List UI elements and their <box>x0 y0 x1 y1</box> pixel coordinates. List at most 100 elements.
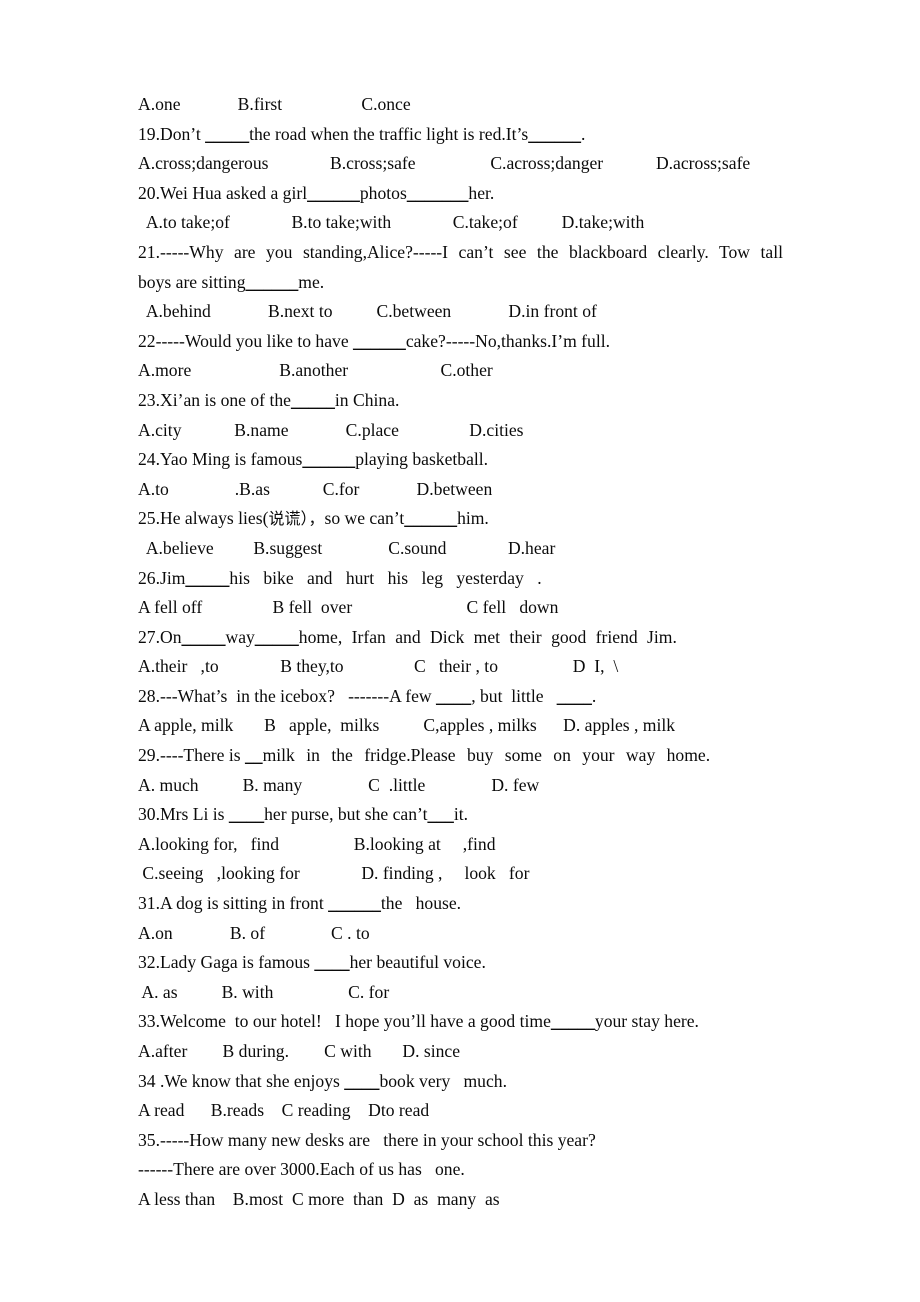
stem-34-part-a: 34 .We know that she enjoys <box>138 1070 345 1091</box>
stem-25-part-a: 25.He always lies( <box>138 508 269 529</box>
question-stem-26: 26.Jim_____his bike and hurt his leg yes… <box>138 564 783 594</box>
stem-29-part-a: 29.----There is <box>138 745 245 766</box>
stem-31-part-b: the house. <box>380 893 462 914</box>
question-stem-24: 24.Yao Ming is famous______playing baske… <box>138 445 783 475</box>
question-stem-32: 32.Lady Gaga is famous ____her beautiful… <box>138 948 783 978</box>
document-page: A.one B.first C.once 19.Don’t _____the r… <box>0 0 920 1302</box>
option-line-20: A.to take;of B.to take;with C.take;of D.… <box>138 212 645 233</box>
question-stem-28: 28.---What’s in the icebox? -------A few… <box>138 682 783 712</box>
stem-28-part-c: . <box>591 685 597 706</box>
question-stem-29: 29.----There is __milk in the fridge.Ple… <box>138 741 783 771</box>
blank-32-1: ____ <box>314 952 350 973</box>
option-line-26: A fell off B fell over C fell down <box>138 597 559 618</box>
option-line-30-cd: C.seeing ,looking for D. finding , look … <box>138 863 530 884</box>
option-line-28: A apple, milk B apple, milks C,apples , … <box>138 715 676 736</box>
stem-20-part-b: photos <box>359 182 407 203</box>
question-stem-25: 25.He always lies(说谎），so we can’t______h… <box>138 504 783 534</box>
option-line-34: A read B.reads C reading Dto read <box>138 1100 430 1121</box>
stem-20-part-a: 20.Wei Hua asked a girl <box>138 182 308 203</box>
blank-19-2: ______ <box>528 123 582 144</box>
question-stem-23: 23.Xi’an is one of the_____in China. <box>138 386 783 416</box>
blank-19-1: _____ <box>205 123 250 144</box>
stem-28-part-b: , but little <box>471 685 557 706</box>
blank-24-1: ______ <box>302 449 356 470</box>
blank-30-1: ____ <box>228 804 265 825</box>
stem-26-part-b: his bike and hurt his leg yesterday . <box>229 567 542 588</box>
blank-28-1: ____ <box>436 685 472 706</box>
stem-32-part-a: 32.Lady Gaga is famous <box>138 952 315 973</box>
question-stem-20: 20.Wei Hua asked a girl______photos_____… <box>138 179 783 209</box>
stem-31-part-a: 31.A dog is sitting in front <box>138 893 329 914</box>
stem-23-part-a: 23.Xi’an is one of the <box>138 389 291 410</box>
stem-27-part-a: 27.On <box>138 626 182 647</box>
question-stem-35-line2: ------There are over 3000.Each of us has… <box>138 1159 465 1180</box>
option-line-30-ab: A.looking for, find B.looking at ,find <box>138 833 496 854</box>
blank-29-1: __ <box>244 745 263 766</box>
blank-31-1: ______ <box>328 893 381 914</box>
question-stem-19: 19.Don’t _____the road when the traffic … <box>138 120 783 150</box>
question-stem-30: 30.Mrs Li is ____her purse, but she can’… <box>138 800 783 830</box>
option-line-27: A.their ,to B they,to C their , to D I, … <box>138 656 619 677</box>
option-line-orphan: A.one B.first C.once <box>138 94 411 114</box>
question-stem-21-line2: boys are sitting______me. <box>138 268 783 298</box>
stem-19-part-c: . <box>581 123 586 144</box>
blank-21-1: ______ <box>245 271 299 292</box>
stem-19-part-a: 19.Don’t <box>138 123 206 144</box>
question-stem-27: 27.On_____way_____home, Irfan and Dick m… <box>138 623 783 653</box>
blank-30-2: ___ <box>427 804 454 825</box>
blank-27-2: _____ <box>254 626 299 647</box>
blank-28-2: ____ <box>556 685 592 706</box>
stem-21-part-b: me. <box>298 271 325 292</box>
stem-24-part-b: playing basketball. <box>355 449 489 470</box>
option-line-29: A. much B. many C .little D. few <box>138 774 540 795</box>
option-line-24: A.to .B.as C.for D.between <box>138 478 493 499</box>
question-stem-21-line1: 21.-----Why are you standing,Alice?-----… <box>138 241 783 262</box>
question-stem-34: 34 .We know that she enjoys ____book ver… <box>138 1067 783 1097</box>
stem-25-part-c: him. <box>457 508 489 529</box>
blank-27-1: _____ <box>181 626 226 647</box>
question-stem-35-line1: 35.-----How many new desks are there in … <box>138 1129 596 1150</box>
option-line-19: A.cross;dangerous B.cross;safe C.across;… <box>138 153 751 174</box>
option-line-32: A. as B. with C. for <box>138 981 390 1002</box>
question-stem-33: 33.Welcome to our hotel! I hope you’ll h… <box>138 1007 783 1037</box>
stem-27-part-b: way <box>225 626 255 647</box>
blank-20-1: ______ <box>307 182 360 203</box>
stem-19-part-b: the road when the traffic light is red.I… <box>249 123 529 144</box>
stem-30-part-c: it. <box>453 804 469 825</box>
worksheet-body: A.one B.first C.once 19.Don’t _____the r… <box>138 90 783 1215</box>
blank-22-1: ______ <box>353 330 406 351</box>
option-line-22: A.more B.another C.other <box>138 360 493 381</box>
stem-30-part-a: 30.Mrs Li is <box>138 804 229 825</box>
question-stem-31: 31.A dog is sitting in front ______the h… <box>138 889 783 919</box>
stem-25-chinese-gloss: 说谎）， <box>268 509 325 529</box>
stem-22-part-a: 22-----Would you like to have <box>138 330 354 351</box>
stem-28-part-a: 28.---What’s in the icebox? -------A few <box>138 685 436 706</box>
blank-26-1: _____ <box>185 567 230 588</box>
option-line-21: A.behind B.next to C.between D.in front … <box>138 301 597 322</box>
stem-26-part-a: 26.Jim <box>138 567 186 588</box>
stem-32-part-b: her beautiful voice. <box>349 952 486 973</box>
stem-33-part-a: 33.Welcome to our hotel! I hope you’ll h… <box>138 1011 551 1032</box>
option-line-25: A.believe B.suggest C.sound D.hear <box>138 537 556 558</box>
option-line-35: A less than B.most C more than D as many… <box>138 1188 500 1209</box>
option-line-33: A.after B during. C with D. since <box>138 1041 461 1061</box>
stem-29-part-b: milk in the fridge.Please buy some on yo… <box>262 745 711 766</box>
stem-21-part-a: boys are sitting <box>138 271 246 292</box>
blank-34-1: ____ <box>344 1070 380 1091</box>
blank-25-1: ______ <box>404 508 458 529</box>
stem-30-part-b: her purse, but she can’t <box>264 804 428 825</box>
stem-25-part-b: so we can’t <box>324 508 405 529</box>
stem-23-part-b: in China. <box>334 389 400 410</box>
blank-33-1: _____ <box>550 1011 595 1032</box>
stem-33-part-b: your stay here. <box>594 1011 699 1032</box>
stem-34-part-b: book very much. <box>379 1070 507 1091</box>
option-line-23: A.city B.name C.place D.cities <box>138 419 524 440</box>
blank-23-1: _____ <box>290 389 335 410</box>
question-stem-22: 22-----Would you like to have ______cake… <box>138 327 783 357</box>
stem-27-part-c: home, Irfan and Dick met their good frie… <box>298 626 677 647</box>
blank-20-2: _______ <box>406 182 469 203</box>
option-line-31: A.on B. of C . to <box>138 922 370 943</box>
stem-24-part-a: 24.Yao Ming is famous <box>138 449 303 470</box>
stem-22-part-b: cake?-----No,thanks.I’m full. <box>405 330 611 351</box>
stem-20-part-c: her. <box>468 182 495 203</box>
